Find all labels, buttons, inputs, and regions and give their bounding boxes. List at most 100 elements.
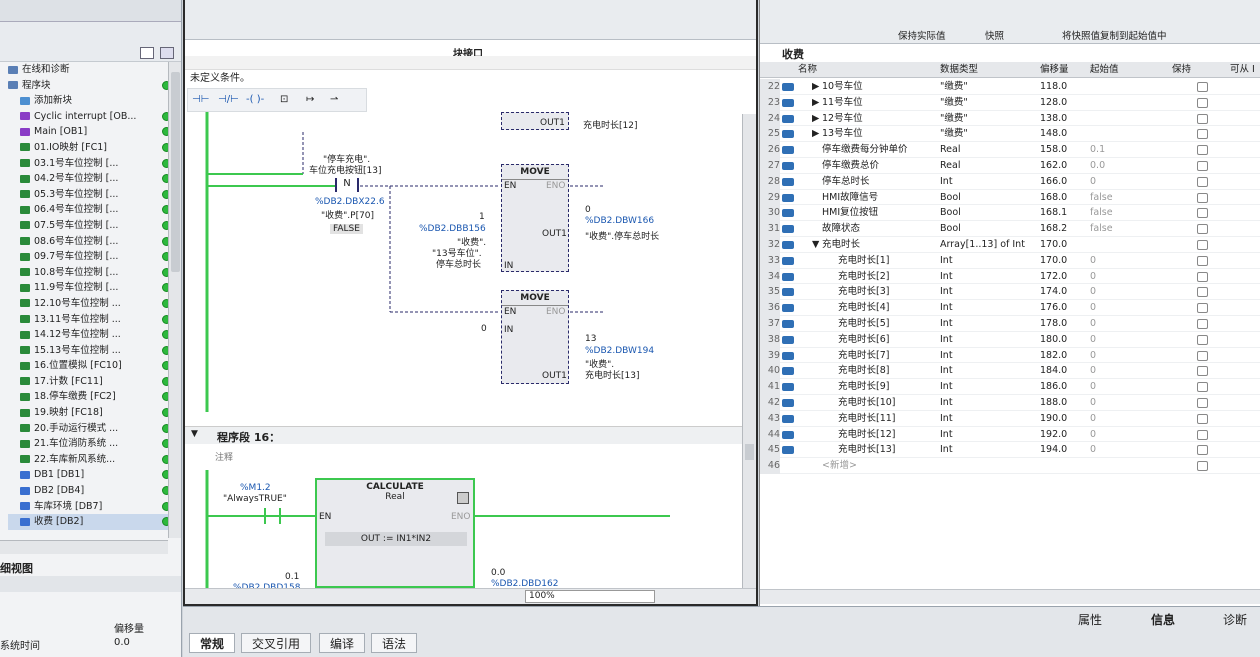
table-row[interactable]: 43 充电时长[11] Int 190.0 0 bbox=[760, 410, 1260, 427]
retain-checkbox[interactable] bbox=[1197, 240, 1208, 250]
retain-checkbox[interactable] bbox=[1197, 303, 1208, 314]
retain-checkbox[interactable] bbox=[1197, 319, 1208, 329]
table-row[interactable]: 41 充电时长[9] Int 186.0 0 bbox=[760, 379, 1260, 395]
contact-no-icon[interactable]: ⊣⊢ bbox=[192, 94, 209, 105]
tree-item[interactable]: DB1 [DB1] bbox=[8, 467, 171, 483]
tree-scrollbar[interactable] bbox=[168, 62, 181, 538]
tree-item[interactable]: 车库环境 [DB7] bbox=[8, 499, 171, 515]
tree-item[interactable]: 程序块 bbox=[8, 78, 171, 94]
table-row[interactable]: 28 停车总时长 Int 166.0 0 bbox=[760, 173, 1260, 190]
sync-icon[interactable] bbox=[160, 47, 174, 59]
tree-item[interactable]: 06.4号车位控制 [... bbox=[8, 202, 171, 218]
tab-1[interactable]: 交叉引用 bbox=[241, 633, 312, 653]
retain-checkbox[interactable] bbox=[1197, 224, 1208, 235]
tree-item[interactable]: 14.12号车位控制 ... bbox=[8, 327, 171, 343]
table-row[interactable]: 44 充电时长[12] Int 192.0 0 bbox=[760, 426, 1260, 443]
col-start[interactable]: 起始值 bbox=[1090, 62, 1119, 78]
tree-item[interactable]: 20.手动运行模式 ... bbox=[8, 421, 171, 437]
retain-checkbox[interactable] bbox=[1197, 176, 1208, 187]
retain-checkbox[interactable] bbox=[1197, 334, 1208, 345]
retain-checkbox[interactable] bbox=[1197, 208, 1208, 219]
tree-item[interactable]: 04.2号车位控制 [... bbox=[8, 171, 171, 187]
table-row[interactable]: 30 HMI复位按钮 Bool 168.1 false bbox=[760, 205, 1260, 222]
box-icon[interactable]: ⊡ bbox=[280, 94, 288, 105]
calculator-icon[interactable] bbox=[457, 492, 469, 504]
calculate-box[interactable]: CALCULATE Real EN ENO OUT := IN1*IN2 bbox=[315, 478, 475, 588]
tab-diagnostics[interactable]: 诊断 bbox=[1223, 611, 1247, 628]
zoom-box[interactable]: 100% bbox=[525, 590, 655, 603]
tree-item[interactable]: 18.停车缴费 [FC2] bbox=[8, 389, 171, 405]
retain-checkbox[interactable] bbox=[1197, 366, 1208, 377]
retain-checkbox[interactable] bbox=[1197, 113, 1208, 124]
tree-item[interactable]: 19.映射 [FC18] bbox=[8, 405, 171, 421]
tree-item[interactable]: 08.6号车位控制 [... bbox=[8, 234, 171, 250]
tree-item[interactable]: 07.5号车位控制 [... bbox=[8, 218, 171, 234]
tree-item[interactable]: 15.13号车位控制 ... bbox=[8, 343, 171, 359]
tab-0[interactable]: 常规 bbox=[189, 633, 236, 653]
tree-item[interactable]: 添加新块 bbox=[8, 93, 168, 109]
tab-3[interactable]: 语法 bbox=[371, 633, 418, 653]
segment-comment[interactable]: 注释 bbox=[215, 450, 233, 463]
contact-nc-icon[interactable]: ⊣/⊢ bbox=[218, 94, 239, 105]
keep-actual-button[interactable]: 保持实际值 bbox=[898, 28, 946, 42]
table-row[interactable]: 39 充电时长[7] Int 182.0 0 bbox=[760, 347, 1260, 364]
tree-item[interactable]: Main [OB1] bbox=[8, 124, 171, 140]
retain-checkbox[interactable] bbox=[1197, 445, 1208, 456]
col-offset[interactable]: 偏移量 bbox=[1040, 62, 1069, 78]
branch-open-icon[interactable]: ↦ bbox=[306, 94, 314, 105]
tree-item[interactable]: 01.IO映射 [FC1] bbox=[8, 140, 171, 156]
retain-checkbox[interactable] bbox=[1197, 271, 1208, 282]
retain-checkbox[interactable] bbox=[1197, 161, 1208, 171]
retain-checkbox[interactable] bbox=[1197, 129, 1208, 140]
table-row[interactable]: 46 <新增> bbox=[760, 458, 1260, 474]
collapse-icon[interactable]: ▼ bbox=[191, 429, 198, 439]
tree-hscroll[interactable] bbox=[0, 540, 168, 554]
tree-item[interactable]: 03.1号车位控制 [... bbox=[8, 156, 171, 172]
table-row[interactable]: 35 充电时长[3] Int 174.0 0 bbox=[760, 284, 1260, 301]
retain-checkbox[interactable] bbox=[1197, 145, 1208, 156]
tree-item[interactable]: 13.11号车位控制 ... bbox=[8, 312, 171, 328]
retain-checkbox[interactable] bbox=[1197, 255, 1208, 266]
table-row[interactable]: 38 充电时长[6] Int 180.0 0 bbox=[760, 331, 1260, 348]
retain-checkbox[interactable] bbox=[1197, 398, 1208, 408]
col-retain[interactable]: 保持 bbox=[1172, 62, 1191, 78]
retain-checkbox[interactable] bbox=[1197, 461, 1208, 472]
col-access[interactable]: 可从 I bbox=[1230, 62, 1255, 78]
tree-item[interactable]: 17.计数 [FC11] bbox=[8, 374, 171, 390]
table-row[interactable]: 37 充电时长[5] Int 178.0 0 bbox=[760, 316, 1260, 332]
table-row[interactable]: 40 充电时长[8] Int 184.0 0 bbox=[760, 363, 1260, 380]
tree-item[interactable]: 10.8号车位控制 [... bbox=[8, 265, 171, 281]
editor-hscroll[interactable]: 100% bbox=[185, 588, 756, 604]
table-row[interactable]: 45 充电时长[13] Int 194.0 0 bbox=[760, 442, 1260, 459]
grid-view-icon[interactable] bbox=[140, 47, 154, 59]
table-row[interactable]: 42 充电时长[10] Int 188.0 0 bbox=[760, 395, 1260, 411]
tree-item[interactable]: Cyclic interrupt [OB... bbox=[8, 109, 171, 125]
tree-item[interactable]: 收费 [DB2] bbox=[8, 514, 171, 530]
retain-checkbox[interactable] bbox=[1197, 429, 1208, 440]
table-row[interactable]: 27 停车缴费总价 Real 162.0 0.0 bbox=[760, 158, 1260, 174]
table-row[interactable]: 32 ▼ 充电时长 Array[1..13] of Int 170.0 bbox=[760, 237, 1260, 253]
tab-info[interactable]: 信息 bbox=[1151, 611, 1175, 628]
tree-item[interactable]: 21.车位消防系统 ... bbox=[8, 436, 171, 452]
retain-checkbox[interactable] bbox=[1197, 413, 1208, 424]
table-row[interactable]: 29 HMI故障信号 Bool 168.0 false bbox=[760, 189, 1260, 206]
table-row[interactable]: 25 ▶ 13号车位 "缴费" 148.0 bbox=[760, 126, 1260, 143]
tree-item[interactable]: 11.9号车位控制 [... bbox=[8, 280, 171, 296]
segment-16-header[interactable]: ▼ 程序段 16： bbox=[185, 426, 742, 444]
tree-item[interactable]: 05.3号车位控制 [... bbox=[8, 187, 171, 203]
table-row[interactable]: 24 ▶ 12号车位 "缴费" 138.0 bbox=[760, 110, 1260, 127]
retain-checkbox[interactable] bbox=[1197, 350, 1208, 361]
retain-checkbox[interactable] bbox=[1197, 82, 1208, 92]
table-row[interactable]: 31 故障状态 Bool 168.2 false bbox=[760, 221, 1260, 237]
move-box-2[interactable]: MOVE EN ENO IN OUT1 bbox=[501, 290, 569, 384]
retain-checkbox[interactable] bbox=[1197, 382, 1208, 393]
tree-item[interactable]: 在线和诊断 bbox=[8, 62, 168, 78]
move-box-1[interactable]: MOVE EN ENO OUT1 IN bbox=[501, 164, 569, 272]
table-row[interactable]: 26 停车缴费每分钟单价 Real 158.0 0.1 bbox=[760, 142, 1260, 158]
table-row[interactable]: 23 ▶ 11号车位 "缴费" 128.0 bbox=[760, 94, 1260, 111]
table-row[interactable]: 22 ▶ 10号车位 "缴费" 118.0 bbox=[760, 79, 1260, 95]
snapshot-button[interactable]: 快照 bbox=[985, 28, 1004, 42]
tab-properties[interactable]: 属性 bbox=[1078, 611, 1102, 628]
tree-item[interactable]: 16.位置模拟 [FC10] bbox=[8, 358, 171, 374]
tab-2[interactable]: 编译 bbox=[319, 633, 366, 653]
